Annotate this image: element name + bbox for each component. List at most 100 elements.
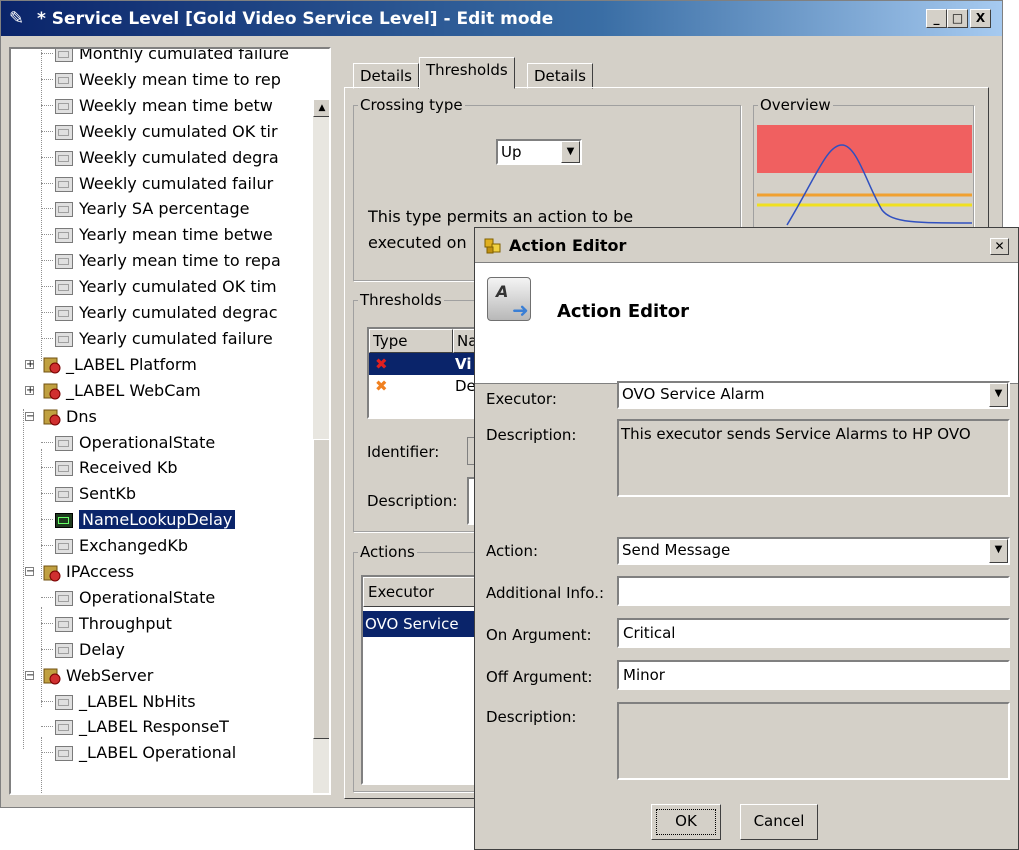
metric-chart-icon (55, 150, 73, 166)
tree-leaf-node[interactable]: Yearly cumulated OK tim (41, 274, 277, 299)
tree-node-label: SentKb (79, 484, 137, 504)
on-argument-field[interactable]: Critical (617, 618, 1010, 648)
cancel-button[interactable]: Cancel (740, 804, 818, 840)
tree-leaf-node[interactable]: Monthly cumulated failure (41, 47, 289, 66)
tree-node-label: Yearly SA percentage (79, 199, 250, 219)
tree-scroll-thumb[interactable] (313, 439, 329, 739)
table-row[interactable]: OVO Service (363, 611, 481, 637)
action-description-field[interactable] (617, 702, 1010, 780)
crossing-description-2: executed on (368, 233, 467, 252)
tree-leaf-node[interactable]: Yearly cumulated degrac (41, 300, 277, 325)
table-row[interactable]: ✖ Vi (369, 353, 479, 375)
scroll-up-icon[interactable]: ▲ (313, 99, 329, 117)
service-group-icon (41, 407, 61, 427)
crossing-description-1: This type permits an action to be (368, 207, 634, 226)
tree-group-node[interactable]: − Dns (25, 404, 97, 429)
threshold-description-label: Description: (367, 492, 458, 510)
scroll-down-icon[interactable]: ▼ (313, 793, 331, 795)
tree-leaf-node[interactable]: SentKb (41, 481, 137, 506)
executor-description-label: Description: (486, 426, 577, 444)
tree-node-label: _LABEL ResponseT (79, 717, 229, 737)
tree-leaf-node[interactable]: Yearly cumulated failure (41, 326, 273, 351)
off-argument-field[interactable]: Minor (617, 660, 1010, 690)
tree-group-node[interactable]: − IPAccess (25, 559, 134, 584)
identifier-label: Identifier: (367, 443, 440, 461)
chevron-down-icon[interactable]: ▼ (561, 141, 580, 163)
action-label: Action: (486, 542, 539, 560)
maximize-button[interactable]: □ (947, 9, 968, 28)
minimize-button[interactable]: _ (926, 9, 947, 28)
tree-connector (41, 596, 53, 598)
action-select[interactable]: Send Message ▼ (617, 537, 1010, 565)
tree-leaf-node[interactable]: _LABEL Operational (41, 740, 236, 765)
thresholds-table[interactable]: Type Na ✖ Vi ✖ De (367, 327, 483, 419)
tree-leaf-node[interactable]: OperationalState (41, 430, 215, 455)
tree-group-node[interactable]: − WebServer (25, 663, 154, 688)
main-title-bar[interactable]: ✎ * Service Level [Gold Video Service Le… (1, 1, 1002, 36)
tab-details[interactable]: Details (353, 63, 420, 89)
tree-node-label: _LABEL WebCam (66, 380, 201, 400)
metric-chart-icon (55, 228, 73, 244)
tree-leaf-node[interactable]: Yearly mean time to repa (41, 248, 281, 273)
tree-guide-line (41, 49, 42, 361)
tree-leaf-node[interactable]: Yearly mean time betwe (41, 222, 273, 247)
tree-node-label: WebServer (66, 665, 154, 685)
tree-leaf-node[interactable]: Received Kb (41, 455, 178, 480)
collapse-icon[interactable]: − (25, 670, 34, 680)
tree-leaf-node[interactable]: Yearly SA percentage (41, 196, 250, 221)
metric-chart-icon (55, 746, 73, 762)
icon-letter: A (496, 282, 509, 301)
thresholds-col-type[interactable]: Type (369, 329, 453, 353)
tree-leaf-node[interactable]: ExchangedKb (41, 533, 188, 558)
expand-icon[interactable]: + (25, 359, 34, 369)
close-button[interactable]: X (970, 9, 991, 28)
tree-leaf-node[interactable]: Throughput (41, 611, 172, 636)
tree-connector (41, 700, 53, 702)
tree-leaf-node[interactable]: Weekly cumulated OK tir (41, 119, 278, 144)
tree-vertical-scrollbar[interactable]: ▲ ▼ (313, 99, 331, 795)
collapse-icon[interactable]: − (25, 411, 34, 421)
chevron-down-icon[interactable]: ▼ (989, 539, 1008, 563)
dialog-close-button[interactable]: ✕ (990, 238, 1009, 255)
tree-leaf-node[interactable]: Weekly cumulated degra (41, 145, 279, 170)
tree-leaf-node[interactable]: NameLookupDelay (41, 507, 236, 532)
metric-chart-icon (55, 124, 73, 140)
crossing-type-select[interactable]: Up ▼ (496, 139, 582, 165)
metric-chart-icon (55, 513, 73, 529)
expand-icon[interactable]: + (25, 385, 34, 395)
tab-thresholds[interactable]: Thresholds (419, 57, 515, 89)
actions-table[interactable]: Executor OVO Service (361, 575, 481, 785)
tree-leaf-node[interactable]: _LABEL NbHits (41, 689, 196, 714)
tab-details-2[interactable]: Details (527, 63, 594, 89)
dialog-title-bar[interactable]: Action Editor ✕ (475, 228, 1018, 263)
ok-button[interactable]: OK (651, 804, 721, 840)
service-tree[interactable]: Monthly cumulated failure Weekly mean tim… (9, 47, 331, 795)
tree-connector (41, 467, 53, 469)
chevron-down-icon[interactable]: ▼ (989, 383, 1008, 407)
actions-col-executor[interactable]: Executor (363, 577, 479, 607)
tree-connector (41, 726, 53, 728)
tree-leaf-node[interactable]: Weekly mean time betw (41, 93, 273, 118)
tree-leaf-node[interactable]: _LABEL ResponseT (41, 714, 229, 739)
tree-node-label: Monthly cumulated failure (79, 47, 289, 63)
tree-group-node[interactable]: + _LABEL WebCam (25, 378, 201, 403)
additional-info-label: Additional Info.: (486, 584, 605, 602)
additional-info-field[interactable] (617, 576, 1010, 606)
tree-guide-line (41, 607, 42, 707)
tree-guide-line (23, 409, 24, 749)
table-row[interactable]: ✖ De (369, 375, 479, 397)
metric-chart-icon (55, 461, 73, 477)
tree-leaf-node[interactable]: OperationalState (41, 585, 215, 610)
tree-node-label: Weekly mean time to rep (79, 69, 281, 89)
executor-label: Executor: (486, 390, 557, 408)
executor-select[interactable]: OVO Service Alarm ▼ (617, 381, 1010, 409)
dialog-header-title: Action Editor (557, 301, 690, 322)
tree-leaf-node[interactable]: Delay (41, 637, 125, 662)
red-cross-icon: ✖ (375, 355, 388, 373)
tree-leaf-node[interactable]: Weekly cumulated failur (41, 171, 273, 196)
collapse-icon[interactable]: − (25, 567, 34, 577)
tree-connector (41, 441, 53, 443)
tree-group-node[interactable]: + _LABEL Platform (25, 352, 197, 377)
tree-connector (41, 156, 53, 158)
tree-leaf-node[interactable]: Weekly mean time to rep (41, 67, 281, 92)
